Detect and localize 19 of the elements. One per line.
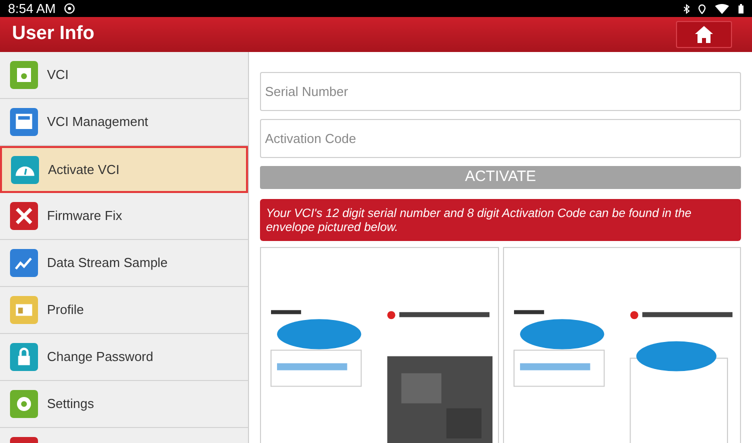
- sidebar-item[interactable]: Settings: [0, 381, 248, 428]
- home-button[interactable]: [676, 21, 732, 48]
- input-field[interactable]: Activation Code: [260, 119, 741, 158]
- sidebar-item[interactable]: Data Stream Sample: [0, 240, 248, 287]
- input-field[interactable]: Serial Number: [260, 72, 741, 111]
- sidebar-item[interactable]: Activate VCI: [0, 146, 248, 193]
- bluetooth-icon: [683, 4, 690, 14]
- location-icon: [698, 4, 706, 14]
- page-title: User Info: [12, 22, 94, 46]
- notification-icon: [64, 3, 75, 14]
- sidebar-item[interactable]: Firmware Fix: [0, 193, 248, 240]
- status-time: 8:54 AM: [8, 2, 56, 15]
- sidebar-item[interactable]: VCI: [0, 52, 248, 99]
- sidebar-item[interactable]: Change Password: [0, 334, 248, 381]
- wifi-icon: [714, 4, 730, 14]
- notice-text: Your VCI's 12 digit serial number and 8 digit Activation Code can be found in the envelope pictured below.: [260, 198, 741, 240]
- sidebar-item[interactable]: Profile: [0, 287, 248, 334]
- home-icon: [695, 26, 713, 43]
- battery-icon: [738, 4, 744, 14]
